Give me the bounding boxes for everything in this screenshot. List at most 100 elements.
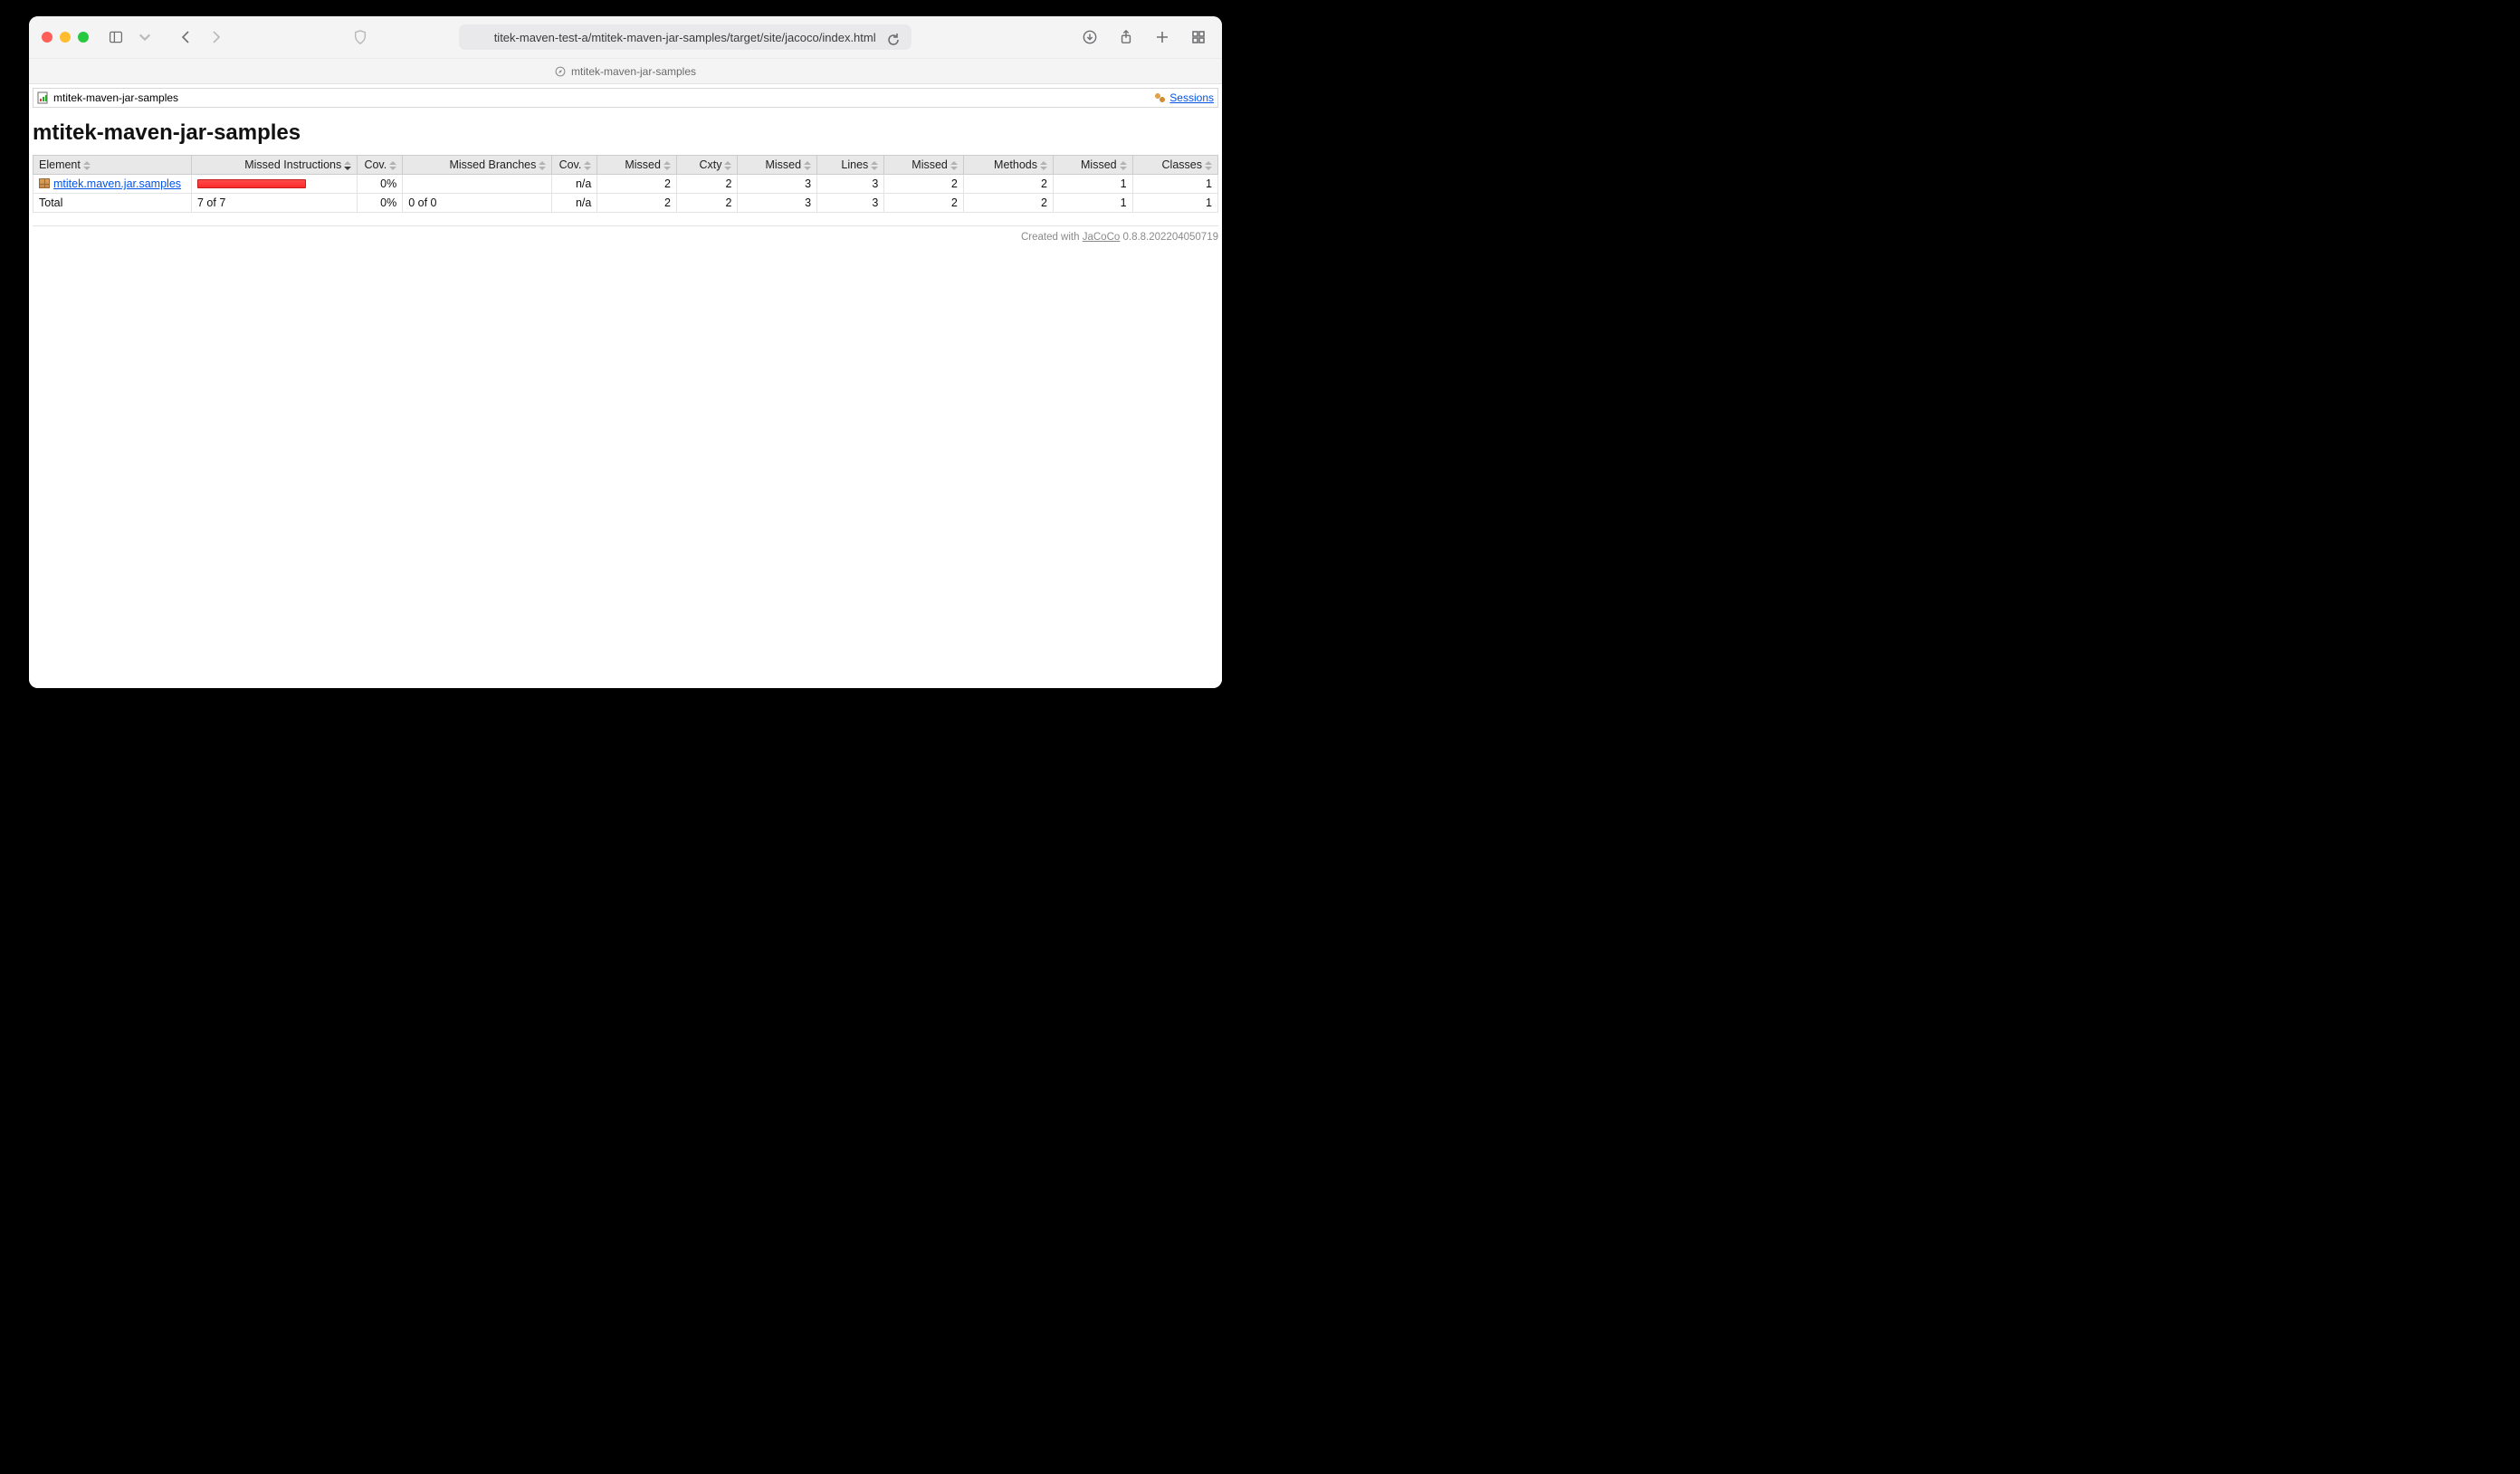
cell-total-cov2: n/a <box>552 194 597 213</box>
package-icon <box>39 178 50 188</box>
address-bar[interactable]: titek-maven-test-a/mtitek-maven-jar-samp… <box>459 24 912 50</box>
minimize-window-button[interactable] <box>60 32 71 43</box>
sidebar-toggle-button[interactable] <box>105 26 127 48</box>
sort-icon <box>584 161 591 170</box>
chevron-left-icon <box>179 30 194 44</box>
chevron-down-icon <box>138 30 152 44</box>
cell-total-lines: 3 <box>817 194 884 213</box>
compass-icon <box>555 66 566 77</box>
cell-missed-branches <box>403 175 552 194</box>
th-lines[interactable]: Lines <box>817 156 884 175</box>
new-tab-button[interactable] <box>1151 26 1173 48</box>
table-header-row: Element Missed Instructions Cov. Missed … <box>33 156 1218 175</box>
sidebar-icon <box>109 30 123 44</box>
sort-icon <box>1205 161 1212 170</box>
th-cxty[interactable]: Cxty <box>676 156 738 175</box>
chevron-right-icon <box>208 30 223 44</box>
th-methods[interactable]: Methods <box>963 156 1053 175</box>
th-missed3[interactable]: Missed <box>884 156 964 175</box>
sort-down-icon <box>344 161 351 170</box>
cell-missed-instr-bar <box>192 175 358 194</box>
cell-missed4: 1 <box>1054 175 1133 194</box>
sort-icon <box>804 161 811 170</box>
th-missed2[interactable]: Missed <box>738 156 817 175</box>
cell-total-cxty: 2 <box>676 194 738 213</box>
cell-total-missed-instr: 7 of 7 <box>192 194 358 213</box>
coverage-table: Element Missed Instructions Cov. Missed … <box>33 155 1218 213</box>
close-window-button[interactable] <box>42 32 52 43</box>
th-cov2[interactable]: Cov. <box>552 156 597 175</box>
cell-total-missed4: 1 <box>1054 194 1133 213</box>
share-icon <box>1119 30 1133 44</box>
sort-icon <box>871 161 878 170</box>
browser-window: titek-maven-test-a/mtitek-maven-jar-samp… <box>29 16 1222 688</box>
cell-cxty: 2 <box>676 175 738 194</box>
table-row: mtitek.maven.jar.samples 0% n/a 2 2 3 3 … <box>33 175 1218 194</box>
cell-total-missed3: 2 <box>884 194 964 213</box>
plus-icon <box>1155 30 1169 44</box>
th-missed-instructions[interactable]: Missed Instructions <box>192 156 358 175</box>
browser-toolbar: titek-maven-test-a/mtitek-maven-jar-samp… <box>29 16 1222 58</box>
table-total-row: Total 7 of 7 0% 0 of 0 n/a 2 2 3 3 2 2 1… <box>33 194 1218 213</box>
cell-cov2: n/a <box>552 175 597 194</box>
page-content: mtitek-maven-jar-samples Sessions mtitek… <box>29 84 1222 688</box>
breadcrumb-project: mtitek-maven-jar-samples <box>53 91 178 104</box>
cell-missed3: 2 <box>884 175 964 194</box>
sort-icon <box>83 161 91 170</box>
cell-total-classes: 1 <box>1132 194 1217 213</box>
reload-button[interactable] <box>883 29 904 51</box>
tab-overview-button[interactable] <box>1188 26 1209 48</box>
sort-icon <box>663 161 671 170</box>
share-button[interactable] <box>1115 26 1137 48</box>
forward-button[interactable] <box>205 26 226 48</box>
th-missed-branches[interactable]: Missed Branches <box>403 156 552 175</box>
th-classes[interactable]: Classes <box>1132 156 1217 175</box>
cell-element: mtitek.maven.jar.samples <box>33 175 192 194</box>
shield-icon <box>353 30 368 44</box>
th-cov1[interactable]: Cov. <box>358 156 403 175</box>
sort-icon <box>950 161 958 170</box>
tab-title[interactable]: mtitek-maven-jar-samples <box>571 65 696 78</box>
reload-icon <box>886 33 901 47</box>
downloads-button[interactable] <box>1079 26 1101 48</box>
toolbar-right <box>1079 26 1209 48</box>
breadcrumb: mtitek-maven-jar-samples Sessions <box>33 88 1218 108</box>
package-link[interactable]: mtitek.maven.jar.samples <box>53 177 181 190</box>
grid-icon <box>1191 30 1206 44</box>
sessions-icon <box>1154 92 1167 103</box>
cell-missed1: 2 <box>597 175 677 194</box>
cell-total-methods: 2 <box>963 194 1053 213</box>
th-element[interactable]: Element <box>33 156 192 175</box>
browser-chrome: titek-maven-test-a/mtitek-maven-jar-samp… <box>29 16 1222 84</box>
th-missed1[interactable]: Missed <box>597 156 677 175</box>
cell-missed2: 3 <box>738 175 817 194</box>
cell-total-label: Total <box>33 194 192 213</box>
jacoco-link[interactable]: JaCoCo <box>1083 232 1121 243</box>
download-icon <box>1083 30 1097 44</box>
sort-icon <box>1040 161 1047 170</box>
sort-icon <box>539 161 546 170</box>
sort-icon <box>1120 161 1127 170</box>
cell-total-missed-branches: 0 of 0 <box>403 194 552 213</box>
page-title: mtitek-maven-jar-samples <box>31 108 1220 155</box>
report-icon <box>37 91 50 104</box>
address-bar-text: titek-maven-test-a/mtitek-maven-jar-samp… <box>468 31 902 44</box>
sort-icon <box>389 161 396 170</box>
footer-prefix: Created with <box>1021 232 1083 243</box>
cell-classes: 1 <box>1132 175 1217 194</box>
footer: Created with JaCoCo 0.8.8.202204050719 <box>33 225 1218 243</box>
cell-methods: 2 <box>963 175 1053 194</box>
footer-version: 0.8.8.202204050719 <box>1120 232 1218 243</box>
cell-total-missed2: 3 <box>738 194 817 213</box>
back-button[interactable] <box>176 26 197 48</box>
zoom-window-button[interactable] <box>78 32 89 43</box>
cell-cov1: 0% <box>358 175 403 194</box>
cell-total-cov1: 0% <box>358 194 403 213</box>
privacy-report-button[interactable] <box>349 26 371 48</box>
sort-icon <box>724 161 731 170</box>
tab-strip: mtitek-maven-jar-samples <box>29 58 1222 83</box>
tab-group-menu-button[interactable] <box>134 26 156 48</box>
th-missed4[interactable]: Missed <box>1054 156 1133 175</box>
sessions-link[interactable]: Sessions <box>1169 91 1214 104</box>
cell-total-missed1: 2 <box>597 194 677 213</box>
